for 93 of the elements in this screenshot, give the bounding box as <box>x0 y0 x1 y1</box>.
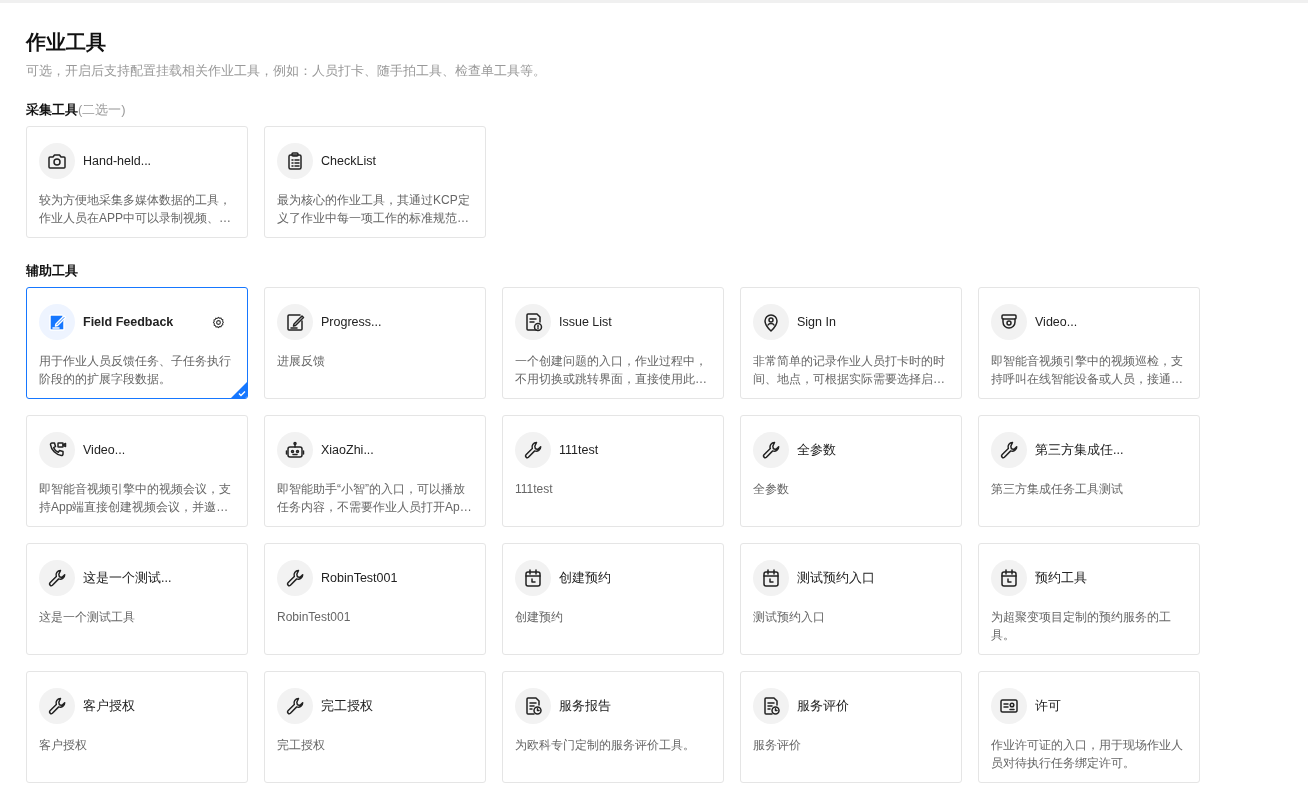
tool-card[interactable]: 客户授权 客户授权 <box>26 671 248 783</box>
tool-description: 作业许可证的入口，用于现场作业人员对待执行任务绑定许可。 <box>991 737 1184 772</box>
tool-description: 服务评价 <box>753 737 802 754</box>
tool-card[interactable]: Issue List 一个创建问题的入口，作业过程中，不用切换或跳转界面，直接使用此… <box>502 287 724 399</box>
tool-card[interactable]: XiaoZhi... 即智能助手“小智”的入口，可以播放任务内容，不需要作业人员打开Ap… <box>264 415 486 527</box>
tool-description: 即智能音视频引擎中的视频巡检，支持呼叫在线智能设备或人员，接通… <box>991 353 1184 388</box>
calendar-icon <box>515 560 551 596</box>
robot-icon <box>277 432 313 468</box>
tool-card[interactable]: Sign In 非常简单的记录作业人员打卡时的时间、地点，可根据实际需要选择启… <box>740 287 962 399</box>
tool-description: 进展反馈 <box>277 353 326 370</box>
tool-card[interactable]: 111test 111test <box>502 415 724 527</box>
tool-name: Sign In <box>797 315 837 329</box>
wrench-icon <box>515 432 551 468</box>
edit-icon <box>277 304 313 340</box>
tool-name: Hand-held... <box>83 154 153 168</box>
tool-description: 创建预约 <box>515 609 564 626</box>
report-icon <box>753 688 789 724</box>
tool-name: 许可 <box>1035 697 1062 715</box>
tool-description: 一个创建问题的入口，作业过程中，不用切换或跳转界面，直接使用此… <box>515 353 708 388</box>
tool-description: 较为方便地采集多媒体数据的工具，作业人员在APP中可以录制视频、… <box>39 192 232 227</box>
tool-card[interactable]: CheckList 最为核心的作业工具，其通过KCP定义了作业中每一项工作的标准规范… <box>264 126 486 238</box>
tool-name: 第三方集成任... <box>1035 441 1125 459</box>
tool-card[interactable]: 许可 作业许可证的入口，用于现场作业人员对待执行任务绑定许可。 <box>978 671 1200 783</box>
tool-description: 即智能音视频引擎中的视频会议，支持App端直接创建视频会议，并邀… <box>39 481 232 516</box>
tool-card[interactable]: 全参数 全参数 <box>740 415 962 527</box>
checkmark-corner-icon <box>231 382 247 398</box>
tool-name: Field Feedback <box>83 315 175 329</box>
tool-card[interactable]: 第三方集成任... 第三方集成任务工具测试 <box>978 415 1200 527</box>
tool-card[interactable]: Progress... 进展反馈 <box>264 287 486 399</box>
tool-card[interactable]: Video... 即智能音视频引擎中的视频会议，支持App端直接创建视频会议，并邀… <box>26 415 248 527</box>
tool-card[interactable]: 预约工具 为超聚变项目定制的预约服务的工具。 <box>978 543 1200 655</box>
tool-name: 创建预约 <box>559 569 612 587</box>
tool-name: RobinTest001 <box>321 571 399 585</box>
tool-card[interactable]: 服务报告 为欧科专门定制的服务评价工具。 <box>502 671 724 783</box>
tool-name: 预约工具 <box>1035 569 1088 587</box>
tool-card[interactable]: 测试预约入口 测试预约入口 <box>740 543 962 655</box>
edit-icon <box>39 304 75 340</box>
tool-card[interactable]: 完工授权 完工授权 <box>264 671 486 783</box>
clipboard-icon <box>277 143 313 179</box>
camera-icon <box>39 143 75 179</box>
tool-card[interactable]: Video... 即智能音视频引擎中的视频巡检，支持呼叫在线智能设备或人员，接通… <box>978 287 1200 399</box>
calendar-icon <box>991 560 1027 596</box>
tool-description: 第三方集成任务工具测试 <box>991 481 1124 498</box>
license-icon <box>991 688 1027 724</box>
pin-icon <box>753 304 789 340</box>
tool-name: Video... <box>83 443 127 457</box>
section-heading: 辅助工具 <box>26 262 79 280</box>
tool-card[interactable]: 这是一个测试... 这是一个测试工具 <box>26 543 248 655</box>
wrench-icon <box>991 432 1027 468</box>
tool-name: 测试预约入口 <box>797 569 876 587</box>
tool-card[interactable]: 创建预约 创建预约 <box>502 543 724 655</box>
tool-card[interactable]: Hand-held... 较为方便地采集多媒体数据的工具，作业人员在APP中可以录制视频、… <box>26 126 248 238</box>
tool-description: RobinTest001 <box>277 609 352 626</box>
page-title: 作业工具 <box>26 30 107 55</box>
tool-description: 即智能助手“小智”的入口，可以播放任务内容，不需要作业人员打开Ap… <box>277 481 473 516</box>
tool-name: 111test <box>559 443 600 457</box>
page-subtitle: 可选，开启后支持配置挂载相关作业工具，例如：人员打卡、随手拍工具、检查单工具等。 <box>26 62 547 80</box>
tool-card[interactable]: RobinTest001 RobinTest001 <box>264 543 486 655</box>
tool-description: 非常简单的记录作业人员打卡时的时间、地点，可根据实际需要选择启… <box>753 353 946 388</box>
calendar-icon <box>753 560 789 596</box>
cctv-icon <box>991 304 1027 340</box>
tool-description: 111test <box>515 481 554 498</box>
wrench-icon <box>277 560 313 596</box>
tool-description: 完工授权 <box>277 737 326 754</box>
tool-card[interactable]: 服务评价 服务评价 <box>740 671 962 783</box>
tool-name: CheckList <box>321 154 377 168</box>
wrench-icon <box>39 560 75 596</box>
wrench-icon <box>39 688 75 724</box>
tool-name: 完工授权 <box>321 697 374 715</box>
videocall-icon <box>39 432 75 468</box>
tool-description: 用于作业人员反馈任务、子任务执行阶段的的扩展字段数据。 <box>39 353 232 388</box>
tool-description: 客户授权 <box>39 737 88 754</box>
tool-description: 最为核心的作业工具，其通过KCP定义了作业中每一项工作的标准规范… <box>277 192 471 227</box>
tool-description: 全参数 <box>753 481 790 498</box>
tool-name: 这是一个测试... <box>83 569 173 587</box>
tool-name: 服务评价 <box>797 697 850 715</box>
tool-description: 为超聚变项目定制的预约服务的工具。 <box>991 609 1172 644</box>
tool-name: 全参数 <box>797 441 837 459</box>
tool-description: 这是一个测试工具 <box>39 609 136 626</box>
wrench-icon <box>753 432 789 468</box>
settings-icon[interactable] <box>212 315 225 329</box>
tool-description: 测试预约入口 <box>753 609 826 626</box>
tool-name: 服务报告 <box>559 697 612 715</box>
tool-name: Progress... <box>321 315 383 329</box>
issue-icon <box>515 304 551 340</box>
tool-name: Video... <box>1035 315 1079 329</box>
tool-name: 客户授权 <box>83 697 136 715</box>
wrench-icon <box>277 688 313 724</box>
tool-name: Issue List <box>559 315 613 329</box>
tool-name: XiaoZhi... <box>321 443 375 457</box>
report-icon <box>515 688 551 724</box>
tool-card[interactable]: Field Feedback 用于作业人员反馈任务、子任务执行阶段的的扩展字段数据。 <box>26 287 248 399</box>
tool-description: 为欧科专门定制的服务评价工具。 <box>515 737 696 754</box>
